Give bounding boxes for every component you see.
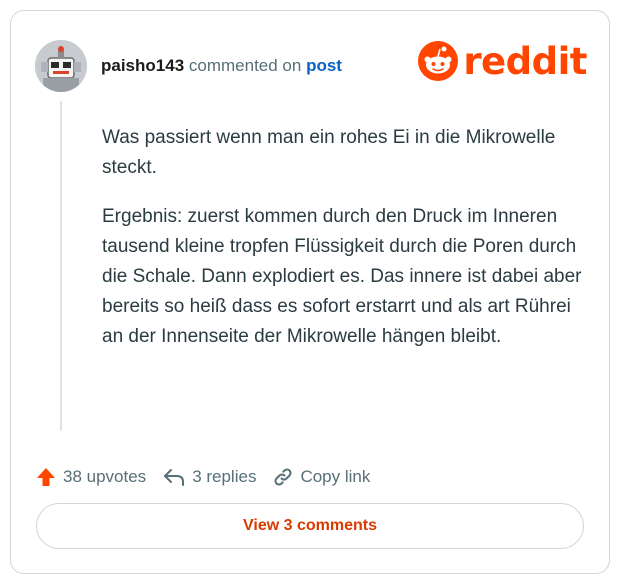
- link-icon: [272, 466, 294, 488]
- comment-actions: 38 upvotes 3 replies Copy link: [35, 461, 386, 493]
- avatar[interactable]: [35, 40, 87, 92]
- upvote-arrow-icon[interactable]: [35, 466, 57, 488]
- comment-header: paisho143 commented on post: [35, 37, 342, 95]
- commented-on-label: commented on: [188, 56, 302, 75]
- copy-link-button[interactable]: Copy link: [272, 466, 370, 488]
- copy-link-label: Copy link: [300, 467, 371, 486]
- reddit-logo[interactable]: reddit: [418, 41, 587, 81]
- reddit-wordmark: reddit: [463, 39, 587, 83]
- thread-line[interactable]: [60, 101, 62, 431]
- comment-meta: paisho143 commented on post: [101, 56, 342, 76]
- comment-paragraph: Ergebnis: zuerst kommen durch den Druck …: [102, 206, 582, 347]
- view-comments-button[interactable]: View 3 comments: [36, 503, 584, 549]
- upvote-count: 38 upvotes: [63, 467, 147, 486]
- replies-button[interactable]: 3 replies: [162, 466, 256, 488]
- post-link[interactable]: post: [306, 56, 342, 75]
- comment-body: Was passiert wenn man ein rohes Ei in di…: [102, 123, 582, 352]
- comment-paragraph: Was passiert wenn man ein rohes Ei in di…: [102, 127, 556, 178]
- reply-icon: [162, 466, 186, 488]
- replies-count: 3 replies: [192, 467, 257, 486]
- robot-avatar-icon: [35, 40, 87, 92]
- upvote-button[interactable]: 38 upvotes: [35, 466, 146, 488]
- username-link[interactable]: paisho143: [101, 56, 184, 75]
- reddit-snoo-icon: [418, 41, 459, 81]
- comment-card: paisho143 commented on post reddit Was p…: [10, 10, 610, 574]
